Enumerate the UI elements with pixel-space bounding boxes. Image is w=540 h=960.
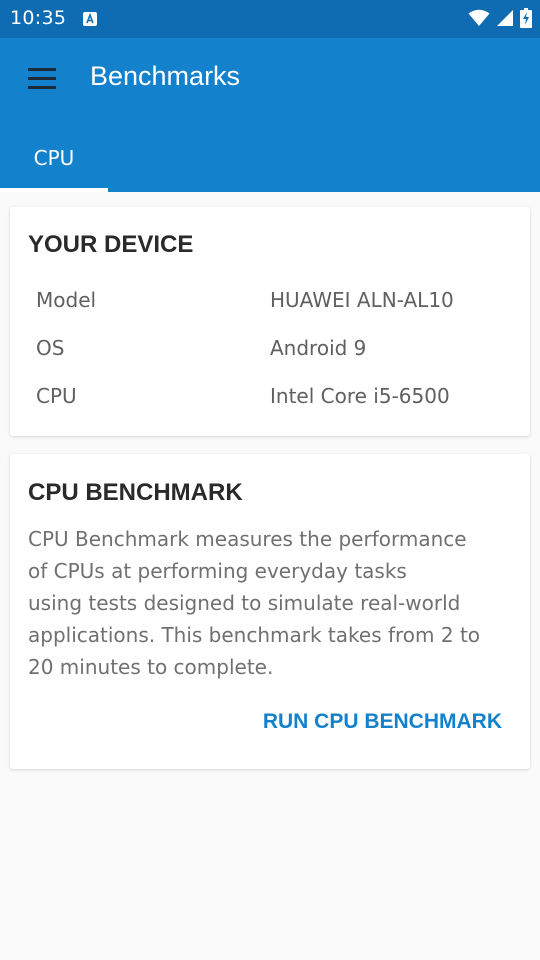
status-time: 10:35 bbox=[10, 7, 67, 29]
status-bar: 10:35 bbox=[0, 0, 540, 38]
tab-label: CPU bbox=[33, 146, 75, 170]
run-cpu-benchmark-button[interactable]: RUN CPU BENCHMARK bbox=[263, 710, 502, 734]
wifi-icon bbox=[468, 9, 490, 26]
description-line: applications. This benchmark takes from … bbox=[28, 623, 481, 647]
tab-indicator bbox=[0, 188, 108, 192]
description-line: CPU Benchmark measures the performance bbox=[28, 527, 467, 551]
hamburger-menu-icon[interactable] bbox=[18, 58, 66, 100]
os-value: Android 9 bbox=[270, 336, 367, 360]
notification-a-icon bbox=[83, 12, 97, 26]
description-line: of CPUs at performing everyday tasks bbox=[28, 559, 407, 583]
description-line: 20 minutes to complete. bbox=[28, 655, 274, 679]
cpu-value: Intel Core i5-6500 bbox=[270, 384, 450, 408]
description-line: using tests designed to simulate real-wo… bbox=[28, 591, 461, 615]
page-title: Benchmarks bbox=[90, 61, 241, 91]
benchmark-description: CPU Benchmark measures the performance o… bbox=[28, 523, 508, 683]
cpu-label: CPU bbox=[36, 384, 77, 408]
model-value: HUAWEI ALN-AL10 bbox=[270, 288, 454, 312]
app-bar: Benchmarks CPU bbox=[0, 38, 540, 192]
device-card-title: YOUR DEVICE bbox=[28, 231, 194, 258]
status-icons bbox=[468, 8, 532, 28]
tab-cpu[interactable]: CPU bbox=[0, 134, 108, 192]
battery-charging-icon bbox=[520, 8, 532, 28]
signal-icon bbox=[497, 10, 513, 26]
benchmark-card: CPU BENCHMARK CPU Benchmark measures the… bbox=[10, 454, 530, 769]
model-label: Model bbox=[36, 288, 97, 312]
benchmark-card-title: CPU BENCHMARK bbox=[28, 479, 243, 506]
device-card: YOUR DEVICE Model HUAWEI ALN-AL10 OS And… bbox=[10, 207, 530, 436]
os-label: OS bbox=[36, 336, 65, 360]
